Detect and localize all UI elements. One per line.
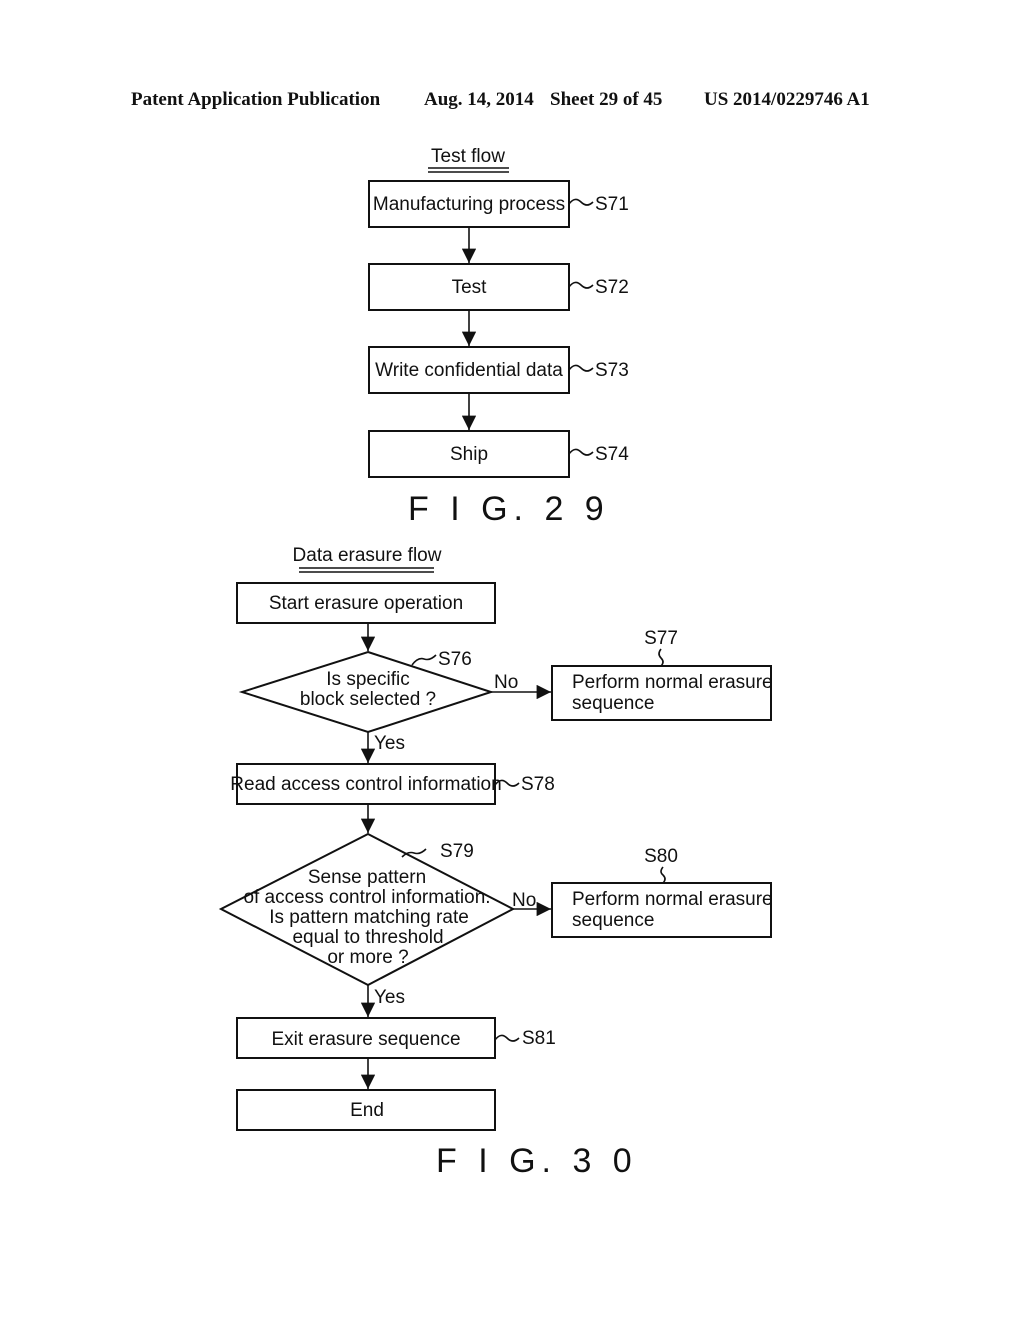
step-s73: Write confidential data S73 xyxy=(368,346,629,394)
step-ref: S73 xyxy=(595,360,629,381)
fig29-caption: F I G. 2 9 xyxy=(408,490,610,528)
step-s71: Manufacturing process S71 xyxy=(368,180,629,228)
step-s77: S77 Perform normal erasure sequence xyxy=(551,628,773,721)
decision-line: Is pattern matching rate xyxy=(269,907,469,928)
decision-line: Sense pattern xyxy=(308,867,426,888)
step-ref: S74 xyxy=(595,444,629,465)
flowcharts: Test flow Manufacturing process S71 Test… xyxy=(218,146,773,1180)
step-text: sequence xyxy=(572,693,654,714)
decision-line: equal to threshold xyxy=(292,927,443,948)
step-text: Test xyxy=(452,277,488,298)
step-text: Manufacturing process xyxy=(373,194,565,215)
fig30-title: Data erasure flow xyxy=(293,545,442,566)
yes-label: Yes xyxy=(374,733,405,754)
decision-line: or more ? xyxy=(327,947,408,968)
step-ref: S80 xyxy=(644,846,678,867)
decision-line: of access control information. xyxy=(243,887,490,908)
fig29: Test flow Manufacturing process S71 Test… xyxy=(368,146,629,528)
start-text: Start erasure operation xyxy=(269,593,463,614)
step-ref: S76 xyxy=(438,649,472,670)
step-text: Exit erasure sequence xyxy=(271,1029,460,1050)
step-ref: S77 xyxy=(644,628,678,649)
decision-s76: Is specific block selected ? S76 No Yes xyxy=(238,649,518,754)
step-s72: Test S72 xyxy=(368,263,629,311)
step-ref: S71 xyxy=(595,194,629,215)
decision-line: Is specific xyxy=(326,669,409,690)
step-s74: Ship S74 xyxy=(368,430,629,478)
step-ref: S72 xyxy=(595,277,629,298)
step-ref: S79 xyxy=(440,841,474,862)
no-label: No xyxy=(512,890,536,911)
step-s81: Exit erasure sequence S81 xyxy=(236,1017,556,1059)
step-s78: Read access control information S78 xyxy=(230,763,555,805)
step-text: Read access control information xyxy=(230,774,501,795)
end-box: End xyxy=(236,1089,496,1131)
step-text: Ship xyxy=(450,444,488,465)
no-label: No xyxy=(494,672,518,693)
step-text: Perform normal erasure xyxy=(572,889,773,910)
step-s80: S80 Perform normal erasure sequence xyxy=(551,846,773,938)
fig30-caption: F I G. 3 0 xyxy=(436,1142,638,1180)
end-text: End xyxy=(350,1100,384,1121)
fig29-title: Test flow xyxy=(431,146,505,167)
step-ref: S81 xyxy=(522,1028,556,1049)
fig30: Data erasure flow Start erasure operatio… xyxy=(218,545,773,1180)
step-text: Write confidential data xyxy=(375,360,563,381)
step-text: sequence xyxy=(572,910,654,931)
step-text: Perform normal erasure xyxy=(572,672,773,693)
decision-s79: Sense pattern of access control informat… xyxy=(218,832,536,1008)
yes-label: Yes xyxy=(374,987,405,1008)
decision-line: block selected ? xyxy=(300,689,436,710)
step-ref: S78 xyxy=(521,774,555,795)
start-box: Start erasure operation xyxy=(236,582,496,624)
